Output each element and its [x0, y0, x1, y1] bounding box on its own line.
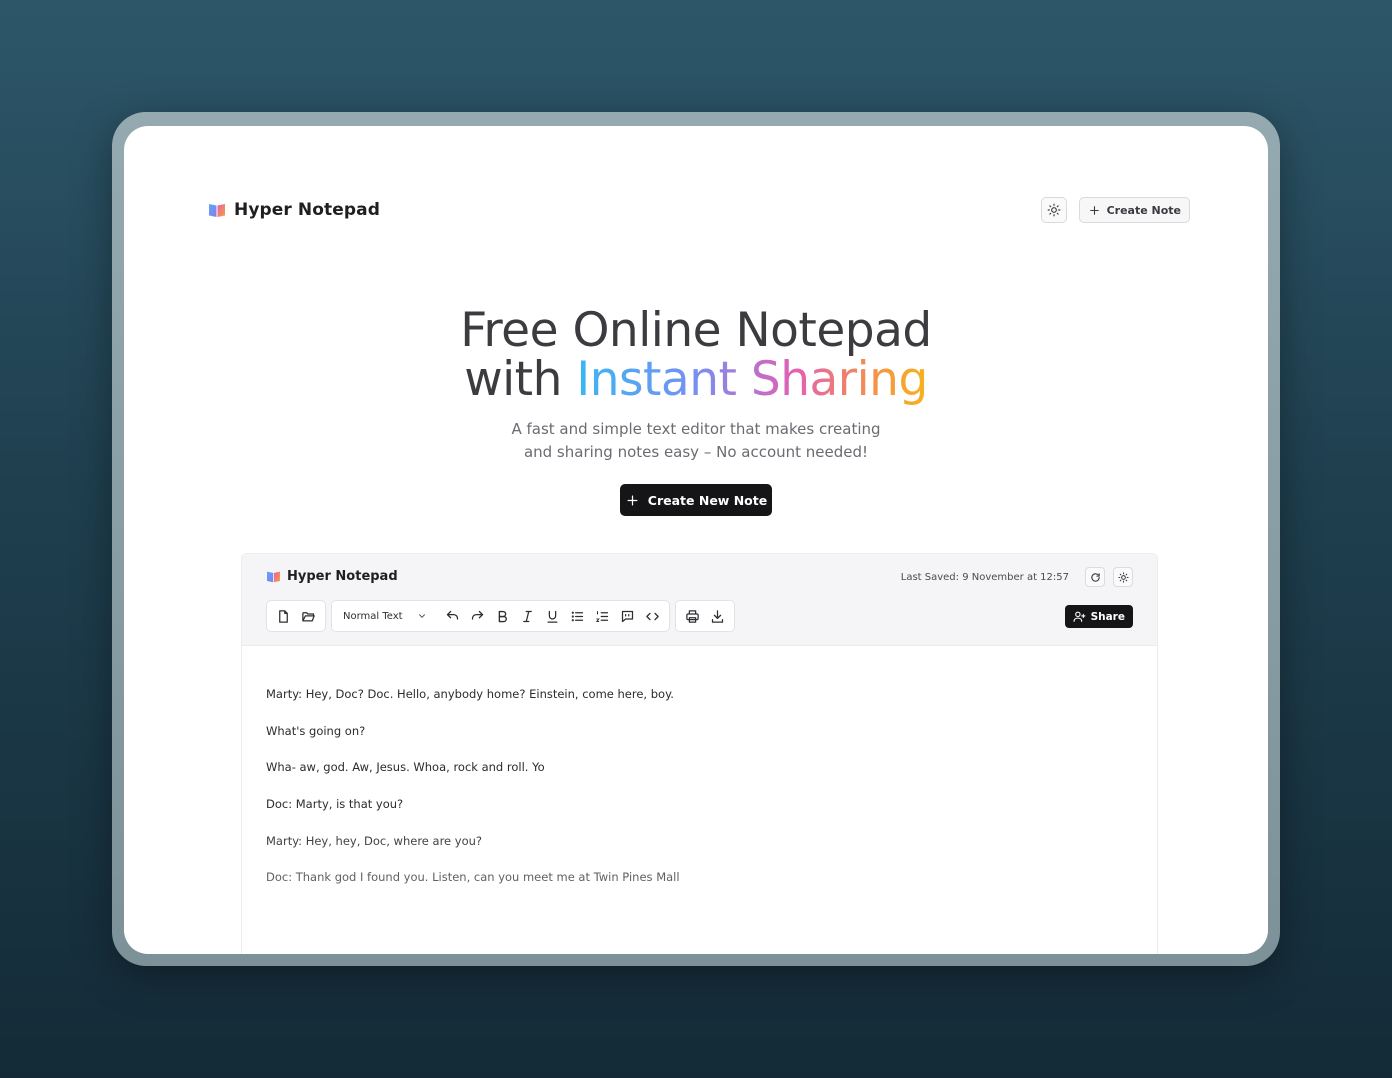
numbered-list-icon: [595, 610, 608, 622]
hero-subtitle-line1: A fast and simple text editor that makes…: [511, 420, 881, 438]
book-logo-icon: [267, 571, 280, 583]
output-tools-group: [674, 600, 735, 632]
plus-icon: [627, 495, 638, 505]
italic-icon: [522, 610, 532, 622]
create-new-note-label: Create New Note: [647, 492, 768, 508]
italic-button[interactable]: [516, 605, 539, 628]
text-line: Marty: Hey, Doc? Doc. Hello, anybody hom…: [266, 687, 674, 701]
code-button[interactable]: [641, 605, 664, 628]
editor-content[interactable]: Marty: Hey, Doc? Doc. Hello, anybody hom…: [242, 646, 1157, 885]
book-logo-icon: [209, 204, 225, 217]
create-new-note-button[interactable]: Create New Note: [620, 484, 772, 516]
open-folder-button[interactable]: [297, 605, 320, 628]
text-line: Doc: Marty, is that you?: [266, 797, 404, 812]
editor-status: Last Saved: 9 November at 12:57: [901, 567, 1133, 587]
open-folder-icon: [302, 611, 315, 621]
editor-header: Hyper Notepad Last Saved: 9 November at …: [242, 554, 1157, 646]
text-line: What's going on?: [266, 723, 366, 738]
editor-title: Hyper Notepad: [287, 569, 398, 584]
hero-title: Free Online Notepad with Instant Sharing: [124, 306, 1268, 404]
text-style-select[interactable]: Normal Text: [337, 611, 433, 622]
chevron-down-icon: [418, 614, 425, 618]
redo-icon: [471, 610, 483, 620]
refresh-button[interactable]: [1085, 567, 1105, 587]
last-saved-text: Last Saved: 9 November at 12:57: [900, 571, 1069, 583]
theme-toggle-button[interactable]: [1040, 197, 1067, 223]
editor-preview: Hyper Notepad Last Saved: 9 November at …: [241, 553, 1158, 954]
text-line: Marty: Hey, hey, Doc, where are you?: [266, 833, 483, 848]
nav-logo[interactable]: Hyper Notepad: [208, 200, 380, 220]
share-label: Share: [1090, 610, 1125, 623]
underline-icon: [547, 610, 558, 623]
new-file-button[interactable]: [272, 605, 295, 628]
text-line: Doc: Thank god I found you. Listen, can …: [266, 870, 680, 885]
print-icon: [685, 609, 699, 623]
app-title: Hyper Notepad: [234, 200, 380, 220]
share-button[interactable]: Share: [1064, 605, 1133, 628]
bold-icon: [498, 610, 507, 622]
text-line: Wha- aw, god. Aw, Jesus. Whoa, rock and …: [266, 760, 545, 775]
hero-title-highlight: Instant Sharing: [576, 352, 928, 407]
download-icon: [711, 609, 723, 623]
hero-subtitle: A fast and simple text editor that makes…: [124, 418, 1268, 464]
nav-actions: Create Note: [1040, 197, 1190, 223]
quote-icon: [621, 610, 633, 622]
editor-theme-toggle-button[interactable]: [1113, 567, 1133, 587]
numbered-list-button[interactable]: [591, 605, 614, 628]
bullet-list-button[interactable]: [566, 605, 589, 628]
sun-icon: [1047, 203, 1060, 217]
device-frame: Hyper Notepad Create Note Free Online No…: [112, 112, 1280, 966]
hero-title-with: with: [464, 352, 562, 407]
app-page: Hyper Notepad Create Note Free Online No…: [124, 126, 1268, 954]
hero-subtitle-line2: and sharing notes easy – No account need…: [523, 443, 869, 461]
redo-button[interactable]: [466, 605, 489, 628]
text-style-value: Normal Text: [343, 610, 403, 622]
new-file-icon: [279, 609, 288, 623]
undo-button[interactable]: [441, 605, 464, 628]
add-user-icon: [1073, 611, 1086, 622]
download-button[interactable]: [706, 605, 729, 628]
file-tools-group: [266, 600, 326, 632]
bold-button[interactable]: [491, 605, 514, 628]
refresh-icon: [1090, 572, 1100, 582]
hero-title-line1: Free Online Notepad: [460, 303, 932, 358]
format-tools-group: Normal Text: [331, 600, 670, 632]
print-button[interactable]: [681, 605, 704, 628]
sun-icon: [1117, 571, 1129, 583]
create-note-label: Create Note: [1106, 203, 1181, 217]
editor-toolbar: Normal Text: [266, 600, 735, 632]
hero-section: Free Online Notepad with Instant Sharing…: [124, 306, 1268, 516]
plus-icon: [1089, 205, 1099, 215]
quote-button[interactable]: [616, 605, 639, 628]
underline-button[interactable]: [541, 605, 564, 628]
undo-icon: [446, 610, 458, 620]
bullet-list-icon: [571, 611, 583, 621]
editor-logo[interactable]: Hyper Notepad: [266, 569, 398, 584]
code-icon: [645, 612, 659, 620]
create-note-button[interactable]: Create Note: [1078, 197, 1190, 223]
